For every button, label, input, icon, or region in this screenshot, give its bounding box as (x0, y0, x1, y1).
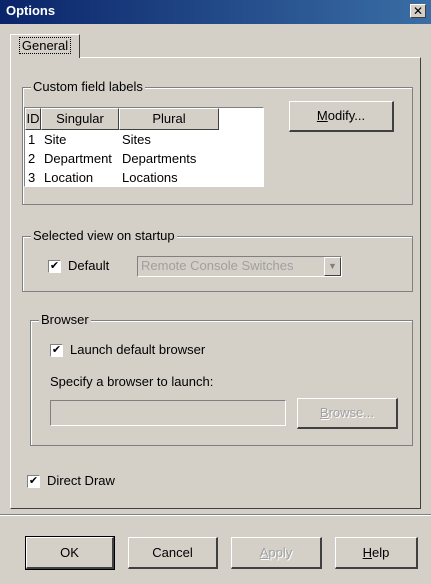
footer-divider (0, 514, 431, 516)
browse-button[interactable]: Browse... (297, 398, 398, 429)
check-icon: ✔ (51, 344, 62, 356)
custom-fields-table: ID Singular Plural 1 Site Sites 2 Depart… (24, 107, 264, 187)
check-icon: ✔ (28, 475, 39, 487)
launch-default-browser-checkbox[interactable]: ✔ (50, 344, 63, 357)
help-mnemonic: H (362, 545, 373, 560)
row-id: 2 (28, 151, 36, 166)
check-icon: ✔ (49, 260, 60, 272)
column-header-id[interactable]: ID (25, 108, 41, 130)
dropdown-arrow-button[interactable]: ▼ (324, 257, 341, 276)
direct-draw-checkbox[interactable]: ✔ (27, 475, 40, 488)
modify-mnemonic: M (316, 108, 328, 123)
help-button[interactable]: Help (335, 537, 418, 569)
browser-title: Browser (39, 312, 91, 328)
direct-draw-label[interactable]: Direct Draw (47, 473, 115, 488)
startup-view-select[interactable]: Remote Console Switches ▼ (137, 256, 342, 277)
row-singular: Location (44, 170, 94, 185)
ok-button[interactable]: OK (25, 536, 115, 570)
modify-label: odify... (327, 108, 366, 123)
row-plural: Departments (122, 151, 197, 166)
row-id: 3 (28, 170, 36, 185)
window-title: Options (6, 3, 56, 18)
row-id: 1 (28, 132, 36, 147)
startup-view-value: Remote Console Switches (141, 258, 294, 273)
apply-label: pply (268, 545, 293, 560)
cancel-button[interactable]: Cancel (128, 537, 218, 569)
specify-browser-label: Specify a browser to launch: (50, 374, 214, 389)
apply-button[interactable]: Apply (231, 537, 322, 569)
row-plural: Locations (122, 170, 178, 185)
default-view-checkbox[interactable]: ✔ (48, 260, 61, 273)
close-button[interactable]: ✕ (410, 4, 426, 18)
table-row[interactable]: 2 Department Departments (25, 149, 263, 168)
help-label: elp (372, 545, 390, 560)
row-singular: Site (44, 132, 67, 147)
ok-label: OK (60, 545, 79, 560)
cancel-label: Cancel (152, 545, 193, 560)
table-row[interactable]: 3 Location Locations (25, 168, 263, 187)
browser-path-field[interactable] (50, 400, 286, 426)
title-bar: Options ✕ (0, 0, 431, 24)
table-header: ID Singular Plural (25, 108, 263, 130)
tab-general[interactable]: General (10, 34, 80, 58)
chevron-down-icon: ▼ (328, 261, 337, 271)
table-row[interactable]: 1 Site Sites (25, 130, 263, 149)
column-header-singular[interactable]: Singular (41, 108, 119, 130)
tab-general-label: General (18, 37, 72, 54)
row-singular: Department (44, 151, 112, 166)
startup-view-title: Selected view on startup (31, 228, 177, 244)
launch-default-browser-label[interactable]: Launch default browser (70, 342, 205, 357)
custom-field-labels-title: Custom field labels (31, 79, 145, 95)
column-header-plural[interactable]: Plural (119, 108, 219, 130)
close-icon: ✕ (412, 4, 424, 18)
row-plural: Sites (122, 132, 151, 147)
modify-button[interactable]: Modify... (289, 101, 394, 132)
browse-mnemonic: B (319, 405, 329, 420)
default-view-label[interactable]: Default (68, 258, 109, 273)
browse-label: rowse... (328, 405, 375, 420)
